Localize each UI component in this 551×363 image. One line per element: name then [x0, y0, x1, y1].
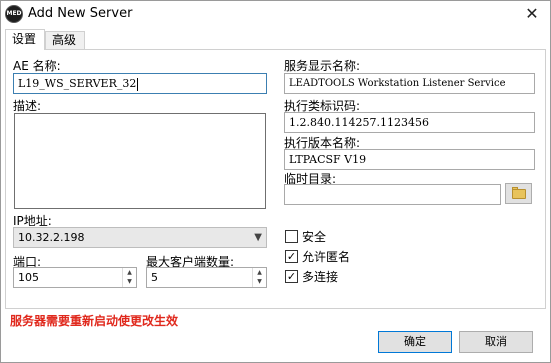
description-field[interactable]	[14, 113, 266, 209]
ae-title-field[interactable]: L19_WS_SERVER_32	[13, 73, 267, 94]
temp-dir-field[interactable]	[284, 184, 501, 205]
secure-label: 安全	[302, 230, 327, 244]
dialog-window: MED Add New Server ✕ 设置 高级 AE 名称: L19_WS…	[0, 0, 551, 363]
close-button[interactable]: ✕	[518, 3, 546, 25]
text-caret	[137, 77, 139, 91]
window-title: Add New Server	[28, 6, 133, 21]
multi-connection-label: 多连接	[302, 270, 339, 284]
display-name-label: 服务显示名称:	[284, 59, 361, 73]
port-stepper[interactable]: 105 ▲ ▼	[13, 267, 137, 288]
allow-anonymous-label: 允许匿名	[302, 250, 351, 264]
max-clients-stepper-buttons[interactable]: ▲ ▼	[252, 268, 266, 287]
ae-title-label: AE 名称:	[13, 59, 61, 73]
version-name-field[interactable]: LTPACSF V19	[284, 149, 535, 170]
spin-up-icon[interactable]: ▲	[253, 268, 266, 277]
browse-folder-button[interactable]	[505, 183, 532, 204]
close-icon: ✕	[525, 4, 539, 23]
folder-icon	[512, 189, 526, 199]
display-name-field[interactable]: LEADTOOLS Workstation Listener Service	[284, 73, 535, 94]
ok-button[interactable]: 确定	[378, 331, 452, 353]
app-icon: MED	[5, 5, 23, 23]
secure-checkbox[interactable]	[285, 230, 298, 243]
description-label: 描述:	[13, 99, 42, 113]
title-bar[interactable]: MED Add New Server ✕	[1, 1, 550, 28]
multi-connection-checkbox[interactable]: ✓	[285, 270, 298, 283]
max-clients-stepper[interactable]: 5 ▲ ▼	[146, 267, 267, 288]
class-uid-field[interactable]: 1.2.840.114257.1123456	[284, 112, 535, 133]
ip-address-select[interactable]: 10.32.2.198 ▼	[13, 227, 267, 248]
chevron-down-icon: ▼	[254, 232, 262, 243]
spin-down-icon[interactable]: ▼	[253, 277, 266, 286]
restart-warning: 服务器需要重新启动使更改生效	[10, 314, 179, 328]
allow-anonymous-checkbox[interactable]: ✓	[285, 250, 298, 263]
tab-advanced[interactable]: 高级	[45, 31, 85, 49]
port-stepper-buttons[interactable]: ▲ ▼	[122, 268, 136, 287]
cancel-button[interactable]: 取消	[459, 331, 533, 353]
tab-settings[interactable]: 设置	[5, 29, 45, 50]
spin-up-icon[interactable]: ▲	[123, 268, 136, 277]
spin-down-icon[interactable]: ▼	[123, 277, 136, 286]
